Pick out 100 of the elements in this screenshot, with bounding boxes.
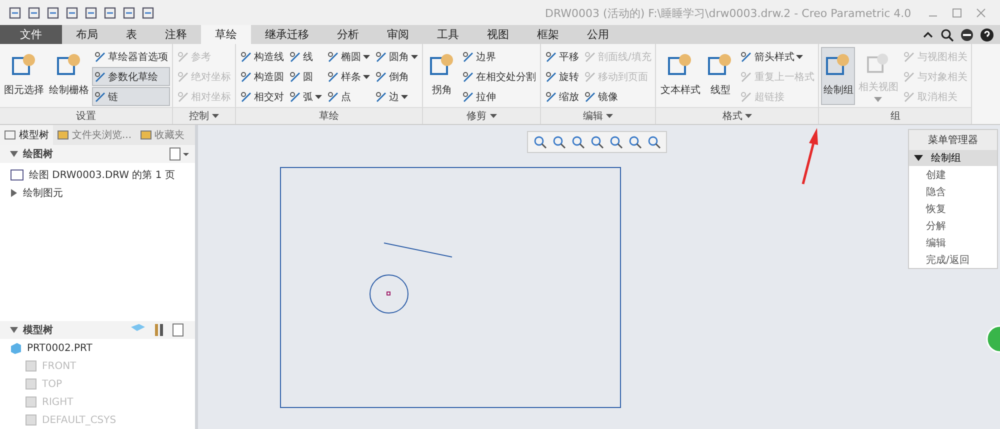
ribbon-button[interactable]: 构造线 [238,47,286,66]
group-label[interactable]: 格式 [656,107,818,124]
toolbar-icon[interactable] [8,6,22,20]
ribbon-button[interactable]: 旋转 [543,67,581,86]
panel-tab[interactable]: 模型树 [0,125,53,145]
menu-group-header[interactable]: 绘制组 [909,150,997,166]
group-label[interactable]: 控制 [173,107,235,124]
tool-icon [903,70,916,82]
group-label[interactable]: 组 [819,107,972,124]
ribbon-button[interactable]: 拉伸 [460,87,538,106]
caret-icon [401,94,408,98]
toolbar-icon[interactable] [65,6,79,20]
toolbar-icon[interactable] [27,6,41,20]
section-title: 绘图树 [23,148,53,161]
ribbon-tab[interactable]: 分析 [323,25,373,44]
ribbon-button[interactable]: 平移 [543,47,581,66]
ribbon-button[interactable]: 圆 [287,67,324,86]
tool-icon [462,70,474,82]
panel-tab[interactable]: 收藏夹 [136,125,189,145]
ribbon-tab[interactable]: 公用 [573,25,623,44]
ribbon-button[interactable]: 镜像 [582,87,654,106]
settings-icon[interactable] [169,146,189,161]
ribbon-tab[interactable]: 文件 [0,25,62,44]
ribbon-button[interactable]: 相交对 [238,87,286,106]
tool-icon [94,70,106,82]
tree-item[interactable]: 绘图 DRW0003.DRW 的第 1 页 [0,166,195,184]
toolbar-icon[interactable] [141,6,155,20]
group-label[interactable]: 设置 [0,107,172,124]
ribbon-tab[interactable]: 审阅 [373,25,423,44]
ribbon-button[interactable]: 草绘器首选项 [92,47,170,66]
tool-icon [94,50,106,62]
view-icon[interactable] [571,135,585,149]
group-label[interactable]: 修剪 [423,107,540,124]
view-icon[interactable] [628,135,642,149]
ribbon-button[interactable]: 边 [373,87,420,106]
group-label[interactable]: 编辑 [541,107,656,124]
ribbon-tab[interactable]: 继承迁移 [251,25,323,44]
caret-icon [606,114,614,118]
ribbon-button[interactable]: 边界 [460,47,538,66]
ribbon-tab[interactable]: 表 [112,25,151,44]
collapse-arrow-icon[interactable] [10,327,18,334]
caret-icon [411,54,418,58]
toolbar-icon[interactable] [103,6,117,20]
ribbon-button[interactable]: 线型 [703,47,738,105]
ribbon-button[interactable]: 绘制栅格 [47,47,91,105]
ribbon-button[interactable]: 文本样式 [658,47,702,105]
view-icon[interactable] [590,135,604,149]
ribbon-button[interactable]: 椭圆 [325,47,372,66]
ribbon-button[interactable]: 缩放 [543,87,581,106]
ribbon-button[interactable]: 圆角 [373,47,420,66]
toolbar-icon[interactable] [122,6,136,20]
ribbon-button[interactable]: 拐角 [425,47,459,105]
ribbon-button[interactable]: 倒角 [373,67,420,86]
ribbon-button[interactable]: 参数化草绘 [92,67,170,86]
toolbar-icon[interactable] [84,6,98,20]
expand-arrow-icon[interactable] [10,188,18,197]
help-icon[interactable] [980,28,994,42]
view-icon[interactable] [647,135,661,149]
ribbon-button[interactable]: 弧 [287,87,324,106]
status-badge-icon[interactable] [986,325,1000,353]
section-title: 模型树 [23,324,53,338]
ribbon-button[interactable]: 在相交处分割 [460,67,538,86]
ribbon-tab[interactable]: 工具 [423,25,473,44]
ribbon-tab[interactable]: 注释 [151,25,201,44]
ribbon-button[interactable]: 点 [325,87,372,106]
tool-icon [740,70,752,82]
tool-icon [462,90,474,102]
tool-icon [177,70,189,82]
view-icon[interactable] [552,135,566,149]
tool-icon [584,90,596,102]
tool-icon [584,50,596,62]
ribbon-button[interactable]: 线 [287,47,324,66]
tab-icon [4,128,16,141]
tool-icon [327,70,339,82]
view-icon[interactable] [533,135,547,149]
collapse-arrow-icon[interactable] [10,150,18,157]
window-title: DRW0003 (活动的) F:\睡睡学习\drw0003.drw.2 - Creo Parametric 4.0 [545,6,912,21]
tree-item[interactable]: 绘制图元 [0,184,195,202]
ribbon-tab[interactable]: 视图 [473,25,523,44]
datum-icon [25,360,37,372]
ribbon-tab[interactable]: 草绘 [201,25,251,44]
ribbon-button[interactable]: 链 [92,87,170,106]
tool-icon [327,90,339,102]
ribbon-tab[interactable]: 布局 [62,25,112,44]
ribbon-button[interactable]: 箭头样式 [738,47,816,66]
tool-icon [462,50,474,62]
ribbon-tab[interactable]: 框架 [523,25,573,44]
tool-icon [545,70,557,82]
panel-tab[interactable]: 文件夹浏览... [53,125,136,145]
tool-icon [177,50,189,62]
search-icon[interactable] [940,28,954,42]
toolbar-icon[interactable] [46,6,60,20]
ribbon-button[interactable]: 绘制组 [821,47,856,105]
view-icon[interactable] [609,135,623,149]
part-icon [10,342,22,354]
ribbon-button[interactable]: 构造圆 [238,67,286,86]
ribbon-button[interactable]: 样条 [325,67,372,86]
group-label[interactable]: 草绘 [236,107,422,124]
ribbon-button[interactable]: 图元选择 [2,47,46,105]
tree-item[interactable]: PRT0002.PRT [0,339,195,358]
